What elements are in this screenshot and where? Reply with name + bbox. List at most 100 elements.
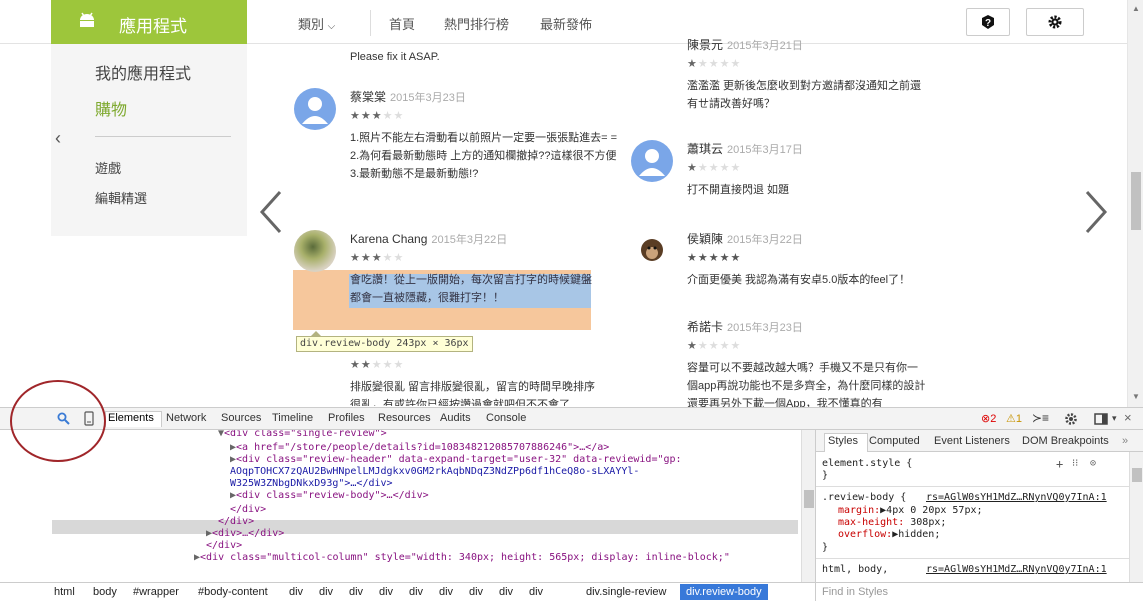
nav-divider [370, 10, 371, 36]
element-style-selector[interactable]: element.style { [822, 458, 912, 470]
warning-icon: ⚠ [1006, 413, 1016, 425]
error-icon: ⊗ [981, 413, 991, 425]
dom-node-cont: AOqpTOHCX7zQAU2BwHNpelLMJdgkxv0GM2rkAqbN… [230, 466, 640, 477]
rule-selector[interactable]: .review-body { [822, 492, 906, 504]
apps-brand-tab[interactable]: 應用程式 [51, 0, 247, 44]
reviewer-name[interactable]: Karena Chang [350, 232, 427, 246]
crumb-body-content[interactable]: #body-content [198, 586, 268, 598]
scroll-up-icon[interactable]: ▲ [1132, 4, 1140, 13]
dom-node[interactable]: ▶<div class="review-header" data-expand-… [230, 454, 682, 466]
dock-side-icon[interactable] [1094, 413, 1108, 425]
nav-new-releases-link[interactable]: 最新發佈 [540, 14, 592, 33]
reviewer-name[interactable]: 陳景元 [687, 38, 723, 52]
crumb-html[interactable]: html [54, 586, 75, 598]
dom-scrollbar[interactable] [801, 430, 815, 582]
settings-button[interactable] [1026, 8, 1084, 36]
rule-selector[interactable]: html, body, [822, 564, 888, 576]
page-scrollbar[interactable]: ▲ ▼ [1127, 0, 1143, 407]
crumb-wrapper[interactable]: #wrapper [133, 586, 179, 598]
crumb-div[interactable]: div [439, 586, 453, 598]
dom-node[interactable]: ▶<div class="multicol-column" style="wid… [194, 552, 730, 564]
avatar[interactable] [631, 230, 673, 272]
css-prop-max-height[interactable]: max-height: 308px; [838, 517, 946, 529]
css-prop-margin[interactable]: margin:▶4px 0 20px 57px; [838, 505, 983, 517]
more-tabs-icon[interactable]: » [1122, 435, 1128, 447]
dock-chevron-icon[interactable]: ▾ [1112, 413, 1117, 424]
dom-node[interactable]: ▶<a href="/store/people/details?id=10834… [230, 442, 609, 454]
crumb-review-body-selected[interactable]: div.review-body [680, 584, 768, 600]
reviewer-name[interactable]: 蔡棠棠 [350, 90, 386, 104]
user-silhouette-icon [639, 149, 665, 176]
reviewer-name[interactable]: 侯穎陳 [687, 232, 723, 246]
scrollbar-thumb[interactable] [804, 490, 814, 508]
close-icon[interactable]: × [1124, 410, 1132, 425]
dom-node[interactable]: ▶<div>…</div> [206, 528, 284, 540]
error-count[interactable]: ⊗2 [981, 412, 996, 425]
crumb-div[interactable]: div [499, 586, 513, 598]
prev-page-arrow-icon[interactable] [258, 190, 284, 234]
scroll-down-icon[interactable]: ▼ [1132, 392, 1140, 401]
css-prop-overflow[interactable]: overflow:▶hidden; [838, 529, 940, 541]
dom-node-selected[interactable]: ▶<div class="review-body">…</div> [230, 490, 429, 502]
subtab-dom-breakpoints[interactable]: DOM Breakpoints [1022, 435, 1109, 447]
subtab-event-listeners[interactable]: Event Listeners [934, 435, 1010, 447]
avatar[interactable] [294, 88, 336, 130]
next-page-arrow-icon[interactable] [1083, 190, 1109, 234]
tab-sources[interactable]: Sources [221, 412, 261, 424]
tab-console[interactable]: Console [486, 412, 526, 424]
collapse-panel-chevron-icon[interactable]: ‹ [55, 128, 61, 149]
devtools-panel: Elements Network Sources Timeline Profil… [0, 407, 1143, 601]
review-card: Karena Chang 2015年3月22日 ★★★★★ 會吃讚！從上一版開始，… [294, 230, 592, 307]
reviewer-name[interactable]: 蕭琪云 [687, 142, 723, 156]
nav-editors-choice[interactable]: 編輯精選 [95, 188, 147, 207]
styles-pane: Styles Computed Event Listeners DOM Brea… [815, 430, 1143, 582]
crumb-div[interactable]: div [379, 586, 393, 598]
drawer-toggle-icon[interactable]: ≻≡ [1032, 411, 1049, 425]
avatar[interactable] [294, 230, 336, 272]
warning-count[interactable]: ⚠1 [1006, 412, 1022, 425]
scrollbar-thumb[interactable] [1131, 172, 1141, 230]
scrollbar-thumb[interactable] [1132, 468, 1142, 482]
settings-gear-icon[interactable] [1064, 412, 1078, 426]
rule-source-link[interactable]: rs=AGlW0sYH1MdZ…RNynVQ0y7InA:1 [926, 492, 1107, 504]
review-date: 2015年3月23日 [390, 92, 466, 104]
crumb-div[interactable]: div [529, 586, 543, 598]
subtab-styles[interactable]: Styles [828, 435, 858, 447]
tab-profiles[interactable]: Profiles [328, 412, 365, 424]
star-rating: ★★★★★ [687, 340, 742, 352]
user-silhouette-icon [302, 97, 328, 124]
crumb-single-review[interactable]: div.single-review [586, 586, 667, 598]
tab-network[interactable]: Network [166, 412, 206, 424]
nav-games[interactable]: 遊戲 [95, 158, 121, 177]
nav-home-link[interactable]: 首頁 [389, 14, 415, 33]
rule-source-link[interactable]: rs=AGlW0sYH1MdZ…RNynVQ0y7InA:1 [926, 564, 1107, 576]
nav-my-apps[interactable]: 我的應用程式 [95, 60, 191, 84]
annotation-circle [10, 380, 106, 462]
review-date: 2015年3月22日 [727, 234, 803, 246]
dom-node[interactable]: ▼<div class="single-review"> [218, 430, 387, 440]
category-dropdown[interactable]: 類別 ⌵ [298, 14, 335, 33]
crumb-div[interactable]: div [319, 586, 333, 598]
crumb-body[interactable]: body [93, 586, 117, 598]
styles-scrollbar[interactable] [1129, 452, 1143, 582]
avatar[interactable] [631, 140, 673, 182]
star-rating: ★★★★★ [687, 252, 742, 264]
tab-timeline[interactable]: Timeline [272, 412, 313, 424]
nav-top-charts-link[interactable]: 熱門排行榜 [444, 14, 509, 33]
toggle-state-icon[interactable]: ⊙ [1090, 458, 1096, 470]
tab-resources[interactable]: Resources [378, 412, 431, 424]
subtab-computed[interactable]: Computed [869, 435, 920, 447]
crumb-div[interactable]: div [349, 586, 363, 598]
tab-elements[interactable]: Elements [108, 412, 154, 424]
add-rule-icon[interactable]: + [1056, 458, 1063, 470]
star-rating: ★★★★★ [350, 110, 405, 122]
crumb-div[interactable]: div [289, 586, 303, 598]
crumb-div[interactable]: div [469, 586, 483, 598]
reviewer-name[interactable]: 希諾卡 [687, 320, 723, 334]
color-format-icon[interactable]: ⁝⁝ [1072, 458, 1078, 470]
help-button[interactable]: ? [966, 8, 1010, 36]
tab-audits[interactable]: Audits [440, 412, 471, 424]
find-in-styles-input[interactable]: Find in Styles [815, 582, 1143, 601]
crumb-div[interactable]: div [409, 586, 423, 598]
nav-shopping[interactable]: 購物 [95, 96, 127, 120]
